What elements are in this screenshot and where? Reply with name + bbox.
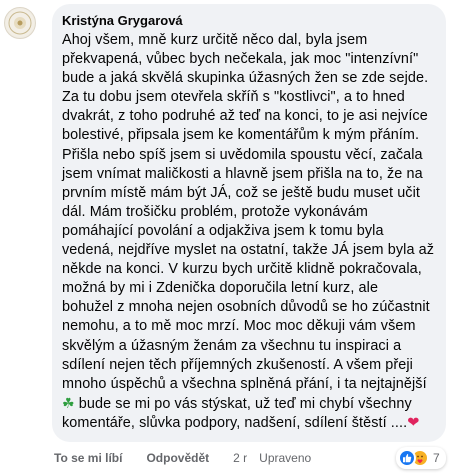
four-leaf-clover-icon: ☘ bbox=[62, 394, 75, 411]
comment-line: možná by mi i Zdenička doporučila letní … bbox=[62, 280, 379, 297]
comment-line: Přišla nebo spíš jsem si uvědomila spous… bbox=[62, 146, 423, 163]
timestamp-link[interactable]: 2 r bbox=[233, 451, 247, 465]
comment-line: vedená, nejdříve myslet na ostatní, takž… bbox=[62, 242, 435, 259]
comment-line: dál. Mám trošičku problém, protože vykon… bbox=[62, 203, 368, 220]
comment-line: Ahoj všem, mně kurz určitě něco dal, byl… bbox=[62, 32, 368, 48]
comment-line: dvakrát, z toho podruhé až teď na konci,… bbox=[62, 108, 428, 125]
comment-actions: To se mi líbí Odpovědět 2 r Upraveno bbox=[54, 451, 311, 465]
reaction-count: 7 bbox=[433, 451, 440, 465]
comment-line: bude a jaká skvělá skupinka úžasných žen… bbox=[62, 70, 429, 87]
comment-line-with-clover: ☘ bude se mi po vás stýskat, už teď mi c… bbox=[62, 394, 434, 414]
comment-line: bude se mi po vás stýskat, už teď mi chy… bbox=[78, 395, 412, 412]
comment-line: skvělým a úžasným ženám za všechnu tu in… bbox=[62, 337, 402, 354]
comment-line: pomáhající povolání a odjakživa jsem k t… bbox=[62, 222, 384, 239]
comment-bubble: Kristýna Grygarová Ahoj všem, mně kurz u… bbox=[52, 4, 446, 442]
comment-line: překvapená, vůbec bych nečekala, jak moc… bbox=[62, 51, 419, 68]
comment-line: jsem vnímat maličkosti a hlavně jsem při… bbox=[62, 165, 423, 182]
reply-button[interactable]: Odpovědět bbox=[146, 451, 209, 465]
comment-line: sdílení nejen těch příjemných zkušeností… bbox=[62, 356, 413, 373]
comment-line: někde na konci. V kurzu bych určitě klid… bbox=[62, 261, 422, 278]
heart-emoji-icon: ❤ bbox=[407, 414, 420, 431]
comment-line: komentáře, slůvka podpory, nadšení, sdíl… bbox=[62, 414, 408, 431]
comment-line: prvním místě mám být JÁ, což se ještě bu… bbox=[62, 184, 420, 201]
comment-line: bolestivé, připsala jsem ke komentářům k… bbox=[62, 127, 420, 144]
comment-text: Ahoj všem, mně kurz určitě něco dal, byl… bbox=[62, 31, 434, 433]
avatar[interactable] bbox=[4, 7, 36, 39]
like-button[interactable]: To se mi líbí bbox=[54, 451, 122, 465]
comment-line: mnoho úspěchů a všechna splněná přání, i… bbox=[62, 375, 427, 392]
reactions-summary[interactable]: 7 bbox=[396, 447, 446, 469]
comment-line-last: komentáře, slůvka podpory, nadšení, sdíl… bbox=[62, 414, 434, 433]
like-reaction-icon bbox=[398, 449, 416, 467]
edited-label[interactable]: Upraveno bbox=[259, 451, 311, 465]
comment-author[interactable]: Kristýna Grygarová bbox=[62, 12, 434, 29]
comment-line: nemohu, a to mě moc mrzí. Moc moc děkuji… bbox=[62, 318, 416, 335]
comment-line: Za tu dobu jsem otevřela skříň s "kostli… bbox=[62, 89, 405, 106]
comment-line: bohužel z mnoha nejen osobních důvodů se… bbox=[62, 299, 430, 316]
